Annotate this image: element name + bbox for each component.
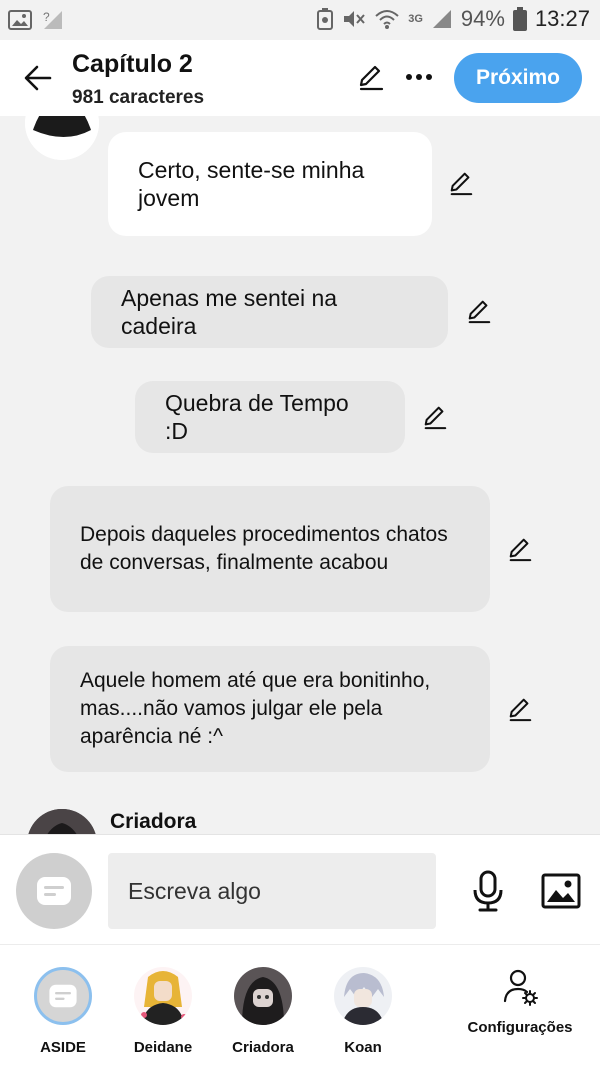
microphone-button[interactable] — [468, 869, 508, 913]
avatar — [25, 116, 99, 160]
character-label: ASIDE — [40, 1039, 86, 1056]
more-dots-icon — [406, 74, 432, 80]
composer — [0, 834, 600, 944]
message-bubble[interactable]: Certo, sente-se minha jovem — [108, 132, 432, 236]
aside-icon — [37, 877, 71, 905]
aside-toggle-button[interactable] — [16, 853, 92, 929]
edit-chapter-button[interactable] — [354, 60, 388, 94]
author-name: Criadora — [110, 810, 197, 833]
pencil-icon — [468, 300, 491, 324]
character-deidane[interactable]: Deidane — [118, 967, 208, 1056]
user-settings-icon — [503, 969, 538, 1006]
status-left: ? — [8, 9, 64, 31]
gallery-notification-icon — [8, 10, 32, 30]
microphone-icon — [473, 870, 503, 912]
message-text: Apenas me sentei na cadeira — [121, 285, 338, 339]
message-text: Quebra de Tempo :D — [165, 390, 349, 444]
arrow-left-icon — [24, 65, 52, 91]
message-text: Depois daqueles procedimentos chatos de … — [80, 523, 448, 574]
status-bar: ? 3G 94% 13:27 — [0, 0, 600, 40]
character-label: Deidane — [133, 1039, 193, 1056]
pencil-icon — [424, 406, 447, 430]
edit-message-button[interactable] — [446, 168, 476, 198]
pencil-icon — [359, 65, 384, 91]
network-3g-icon: 3G — [408, 13, 423, 25]
edit-message-button[interactable] — [420, 402, 450, 432]
status-right: 3G 94% 13:27 — [316, 6, 590, 32]
settings-button[interactable]: Configurações — [460, 967, 580, 1036]
settings-label: Configurações — [467, 1019, 573, 1036]
cell-signal-icon — [431, 8, 453, 30]
character-bar: ASIDE Deidane Criadora Koan Configuraçõe… — [0, 944, 600, 1067]
aside-icon — [49, 984, 77, 1008]
back-button[interactable] — [18, 58, 58, 98]
character-koan[interactable]: Koan — [318, 967, 408, 1056]
svg-text:?: ? — [43, 10, 50, 24]
add-image-button[interactable] — [540, 871, 582, 911]
avatar — [234, 967, 292, 1025]
pencil-icon — [450, 172, 473, 196]
chapter-header: Capítulo 2 981 caracteres Próximo — [0, 40, 600, 116]
message-input[interactable] — [108, 853, 436, 929]
more-options-button[interactable] — [402, 60, 436, 94]
chat-area[interactable]: Certo, sente-se minha jovem Apenas me se… — [0, 116, 600, 834]
no-sim-signal-icon: ? — [42, 9, 64, 31]
character-label: Criadora — [232, 1039, 294, 1056]
character-label: Koan — [344, 1039, 382, 1056]
mute-icon — [342, 8, 366, 30]
avatar — [134, 967, 192, 1025]
wifi-icon — [374, 8, 400, 30]
edit-message-button[interactable] — [505, 534, 535, 564]
character-count: 981 caracteres — [72, 87, 205, 108]
chapter-title: Capítulo 2 — [72, 50, 193, 78]
aside-avatar — [34, 967, 92, 1025]
message-bubble[interactable]: Aquele homem até que era bonitinho, mas.… — [50, 646, 490, 772]
message-bubble[interactable]: Apenas me sentei na cadeira — [91, 276, 448, 348]
message-author-row: Criadora — [0, 804, 600, 834]
message-bubble[interactable]: Quebra de Tempo :D — [135, 381, 405, 453]
character-criadora[interactable]: Criadora — [218, 967, 308, 1056]
avatar — [27, 809, 97, 834]
avatar — [334, 967, 392, 1025]
character-aside[interactable]: ASIDE — [18, 967, 108, 1056]
pencil-icon — [509, 698, 532, 722]
image-icon — [541, 873, 581, 909]
battery-saver-icon — [316, 8, 334, 30]
message-bubble[interactable]: Depois daqueles procedimentos chatos de … — [50, 486, 490, 612]
message-text: Aquele homem até que era bonitinho, mas.… — [80, 669, 431, 748]
battery-percent: 94% — [460, 6, 505, 31]
pencil-icon — [509, 538, 532, 562]
message-text: Certo, sente-se minha jovem — [138, 157, 365, 211]
next-button[interactable]: Próximo — [454, 53, 582, 103]
edit-message-button[interactable] — [464, 296, 494, 326]
battery-icon — [512, 7, 527, 31]
clock: 13:27 — [534, 6, 590, 31]
edit-message-button[interactable] — [505, 694, 535, 724]
